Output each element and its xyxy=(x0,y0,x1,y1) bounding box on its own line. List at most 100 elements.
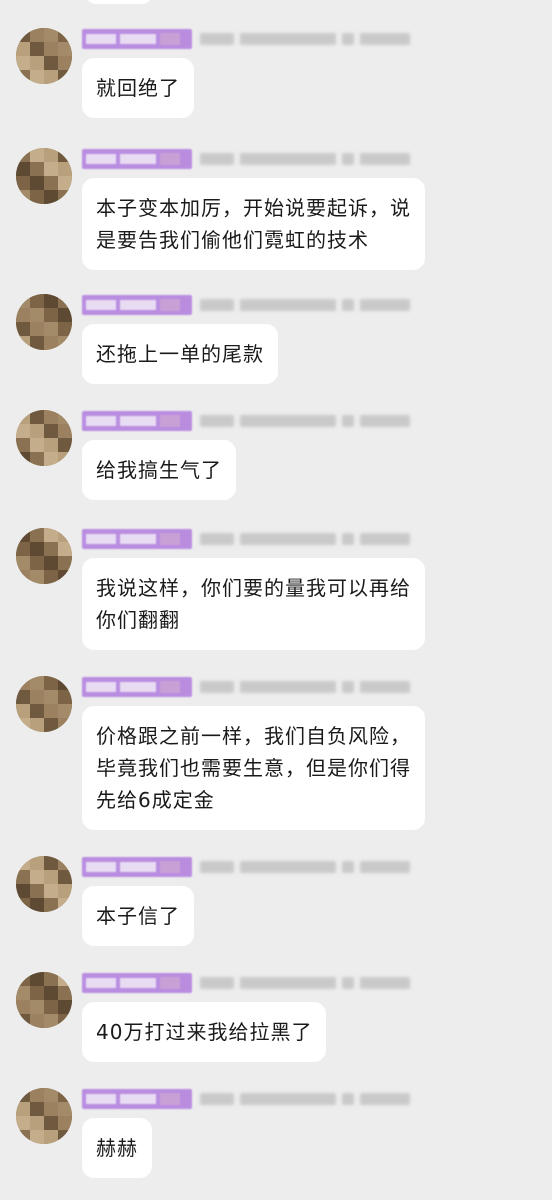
avatar-mosaic-tile xyxy=(16,986,30,1000)
member-badge-icon xyxy=(82,29,192,49)
avatar-mosaic-tile xyxy=(16,718,30,732)
message-bubble[interactable]: 本子信了 xyxy=(82,886,194,946)
avatar-mosaic-tile xyxy=(16,452,30,466)
avatar-mosaic-tile xyxy=(58,148,72,162)
avatar-mosaic-tile xyxy=(30,452,44,466)
avatar-mosaic-tile xyxy=(44,986,58,1000)
avatar-mosaic-tile xyxy=(44,28,58,42)
avatar-mosaic-tile xyxy=(30,322,44,336)
avatar-mosaic-tile xyxy=(44,1088,58,1102)
avatar-mosaic-tile xyxy=(44,308,58,322)
avatar-mosaic-tile xyxy=(30,542,44,556)
avatar-mosaic-tile xyxy=(44,556,58,570)
avatar-mosaic-tile xyxy=(44,1130,58,1144)
avatar-mosaic-tile xyxy=(58,676,72,690)
avatar-mosaic-tile xyxy=(44,148,58,162)
chat-list[interactable]: 就回绝了 本子变本加厉，开始说要起诉，说 是要告我们偷他们霓虹的技术 还拖上一单… xyxy=(0,0,552,1200)
blurred-sender-name xyxy=(200,33,410,45)
message-line: 是要告我们偷他们霓虹的技术 xyxy=(96,228,369,252)
avatar-mosaic-tile xyxy=(16,28,30,42)
avatar-mosaic-tile xyxy=(44,336,58,350)
message-bubble[interactable]: 就回绝了 xyxy=(82,58,194,118)
avatar-mosaic-tile xyxy=(30,176,44,190)
avatar-mosaic-tile xyxy=(58,70,72,84)
pixelated-avatar-icon[interactable] xyxy=(16,148,72,204)
avatar-mosaic-tile xyxy=(44,322,58,336)
pixelated-avatar-icon[interactable] xyxy=(16,410,72,466)
avatar-mosaic-tile xyxy=(44,1000,58,1014)
avatar-mosaic-tile xyxy=(44,870,58,884)
message-bubble[interactable]: 赫赫 xyxy=(82,1118,152,1178)
avatar-mosaic-tile xyxy=(44,690,58,704)
avatar-mosaic-tile xyxy=(44,1116,58,1130)
avatar-mosaic-tile xyxy=(30,704,44,718)
avatar-mosaic-tile xyxy=(58,1000,72,1014)
avatar-mosaic-tile xyxy=(16,336,30,350)
avatar-mosaic-tile xyxy=(58,322,72,336)
pixelated-avatar-icon[interactable] xyxy=(16,528,72,584)
avatar-mosaic-tile xyxy=(30,972,44,986)
pixelated-avatar-icon[interactable] xyxy=(16,856,72,912)
avatar-mosaic-tile xyxy=(16,556,30,570)
member-badge-icon xyxy=(82,857,192,877)
message-line: 价格跟之前一样，我们自负风险， xyxy=(96,724,411,748)
avatar-mosaic-tile xyxy=(30,56,44,70)
avatar-mosaic-tile xyxy=(16,176,30,190)
avatar-mosaic-tile xyxy=(58,704,72,718)
sender-info xyxy=(82,148,410,170)
avatar-mosaic-tile xyxy=(30,856,44,870)
avatar-mosaic-tile xyxy=(16,1014,30,1028)
message-bubble[interactable]: 本子变本加厉，开始说要起诉，说 是要告我们偷他们霓虹的技术 xyxy=(82,178,425,270)
avatar-mosaic-tile xyxy=(30,294,44,308)
message-line: 就回绝了 xyxy=(96,76,180,100)
message-bubble[interactable]: 我说这样，你们要的量我可以再给 你们翻翻 xyxy=(82,558,425,650)
blurred-sender-name xyxy=(200,861,410,873)
pixelated-avatar-icon[interactable] xyxy=(16,294,72,350)
pixelated-avatar-icon[interactable] xyxy=(16,676,72,732)
avatar-mosaic-tile xyxy=(30,1102,44,1116)
avatar-mosaic-tile xyxy=(16,972,30,986)
avatar-mosaic-tile xyxy=(58,870,72,884)
avatar-mosaic-tile xyxy=(30,1000,44,1014)
pixelated-avatar-icon[interactable] xyxy=(16,972,72,1028)
avatar-mosaic-tile xyxy=(16,856,30,870)
avatar-mosaic-tile xyxy=(16,870,30,884)
avatar-mosaic-tile xyxy=(30,690,44,704)
message-bubble[interactable]: 还拖上一单的尾款 xyxy=(82,324,278,384)
avatar-mosaic-tile xyxy=(30,556,44,570)
avatar-mosaic-tile xyxy=(16,308,30,322)
pixelated-avatar-icon[interactable] xyxy=(16,28,72,84)
avatar-mosaic-tile xyxy=(58,336,72,350)
avatar-mosaic-tile xyxy=(44,190,58,204)
avatar-mosaic-tile xyxy=(16,690,30,704)
message-bubble[interactable]: 给我搞生气了 xyxy=(82,440,236,500)
blurred-sender-name xyxy=(200,533,410,545)
sender-info xyxy=(82,972,410,994)
avatar-mosaic-tile xyxy=(44,294,58,308)
message-bubble[interactable]: 40万打过来我给拉黑了 xyxy=(82,1002,327,1062)
avatar-mosaic-tile xyxy=(30,162,44,176)
message-line: 40万打过来我给拉黑了 xyxy=(96,1020,313,1044)
avatar-mosaic-tile xyxy=(30,1014,44,1028)
avatar-mosaic-tile xyxy=(16,898,30,912)
avatar-mosaic-tile xyxy=(58,176,72,190)
avatar-mosaic-tile xyxy=(44,898,58,912)
avatar-mosaic-tile xyxy=(16,542,30,556)
avatar-mosaic-tile xyxy=(30,528,44,542)
avatar-mosaic-tile xyxy=(30,190,44,204)
member-badge-icon xyxy=(82,1089,192,1109)
avatar-mosaic-tile xyxy=(58,424,72,438)
sender-info xyxy=(82,1088,410,1110)
avatar-mosaic-tile xyxy=(58,1102,72,1116)
avatar-mosaic-tile xyxy=(30,336,44,350)
avatar-mosaic-tile xyxy=(58,1014,72,1028)
blurred-sender-name xyxy=(200,1093,410,1105)
avatar-mosaic-tile xyxy=(58,190,72,204)
avatar-mosaic-tile xyxy=(16,1088,30,1102)
avatar-mosaic-tile xyxy=(44,704,58,718)
avatar-mosaic-tile xyxy=(58,42,72,56)
avatar-mosaic-tile xyxy=(44,70,58,84)
message-bubble[interactable]: 价格跟之前一样，我们自负风险， 毕竟我们也需要生意，但是你们得 先给6成定金 xyxy=(82,706,425,830)
pixelated-avatar-icon[interactable] xyxy=(16,1088,72,1144)
avatar-mosaic-tile xyxy=(30,308,44,322)
